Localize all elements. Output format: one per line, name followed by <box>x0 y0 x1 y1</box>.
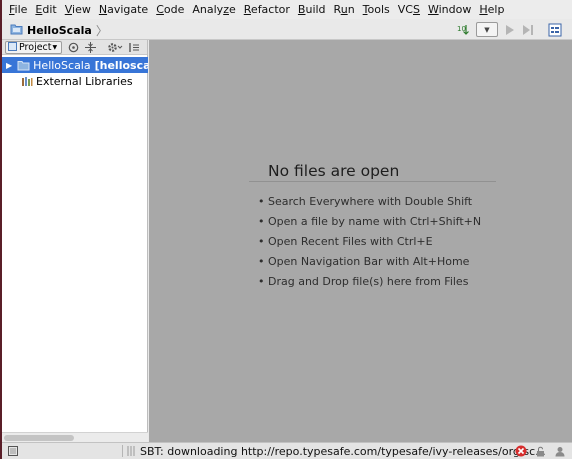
empty-editor-title: No files are open <box>268 162 400 180</box>
tree-item-label: HelloScala <box>33 58 91 72</box>
menu-bar: File Edit View Navigate Code Analyze Ref… <box>2 0 572 19</box>
tree-item-module-name: [helloscala <box>94 58 148 72</box>
project-panel: Project ▼ ▶ HelloScala [helloscala <box>2 40 148 442</box>
hide-panel-icon[interactable] <box>129 41 141 54</box>
chevron-right-icon: 〉 <box>95 24 108 38</box>
gear-icon[interactable] <box>107 41 123 54</box>
hint-open-file: • Open a file by name with Ctrl+Shift+N <box>258 215 482 228</box>
breadcrumb[interactable]: HelloScala 〉 <box>10 22 108 39</box>
status-separator <box>122 445 123 457</box>
menu-vcs[interactable]: VCS <box>394 0 424 19</box>
menu-build[interactable]: Build <box>294 0 330 19</box>
menu-view[interactable]: View <box>61 0 95 19</box>
project-view-label: Project <box>19 42 52 53</box>
menu-help[interactable]: Help <box>475 0 508 19</box>
lock-icon[interactable] <box>536 446 545 457</box>
breadcrumb-project: HelloScala <box>27 24 92 37</box>
expand-arrow-icon[interactable]: ▶ <box>2 61 12 70</box>
scroll-from-source-icon[interactable] <box>68 41 79 54</box>
menu-file[interactable]: File <box>5 0 31 19</box>
navigation-bar: HelloScala 〉 10 ▼ <box>2 19 572 40</box>
tree-item-helloscala[interactable]: ▶ HelloScala [helloscala <box>2 57 148 73</box>
ide-window: File Edit View Navigate Code Analyze Ref… <box>2 0 572 459</box>
structure-icon[interactable] <box>547 21 563 38</box>
tree-item-external-libraries[interactable]: External Libraries <box>21 73 133 89</box>
menu-refactor[interactable]: Refactor <box>240 0 294 19</box>
hint-navigation-bar: • Open Navigation Bar with Alt+Home <box>258 255 470 268</box>
hint-recent-files: • Open Recent Files with Ctrl+E <box>258 235 433 248</box>
error-icon[interactable] <box>515 445 527 457</box>
collapse-all-icon[interactable] <box>85 41 96 54</box>
run-icon[interactable] <box>503 21 517 38</box>
hint-search-everywhere: • Search Everywhere with Double Shift <box>258 195 473 208</box>
debug-icon[interactable] <box>521 21 535 38</box>
libraries-icon <box>21 76 33 87</box>
menu-analyze[interactable]: Analyze <box>188 0 239 19</box>
chevron-down-icon: ▼ <box>52 44 58 51</box>
menu-navigate[interactable]: Navigate <box>95 0 152 19</box>
status-bar: SBT: downloading http://repo.typesafe.co… <box>2 442 572 459</box>
project-view-selector[interactable]: Project ▼ <box>5 41 62 54</box>
horizontal-scrollbar[interactable] <box>2 432 148 442</box>
tree-item-label: External Libraries <box>36 74 133 88</box>
progress-icon <box>127 446 135 456</box>
inspector-icon[interactable] <box>554 445 566 457</box>
project-folder-icon <box>10 23 23 38</box>
menu-code[interactable]: Code <box>152 0 188 19</box>
project-panel-toolbar: Project ▼ <box>2 40 147 55</box>
menu-window[interactable]: Window <box>424 0 475 19</box>
divider <box>249 181 496 182</box>
hint-drag-and-drop: • Drag and Drop file(s) here from Files <box>258 275 469 288</box>
editor-area[interactable]: No files are open • Search Everywhere wi… <box>149 40 572 442</box>
sort-icon[interactable]: 10 <box>455 21 471 38</box>
scrollbar-thumb[interactable] <box>4 435 74 441</box>
run-config-dropdown[interactable]: ▼ <box>476 21 498 38</box>
tool-windows-icon[interactable] <box>8 446 18 456</box>
menu-run[interactable]: Run <box>330 0 359 19</box>
status-message[interactable]: SBT: downloading http://repo.typesafe.co… <box>140 445 546 458</box>
module-folder-icon <box>17 60 30 71</box>
project-view-icon <box>8 41 17 54</box>
menu-tools[interactable]: Tools <box>359 0 394 19</box>
chevron-down-icon: ▼ <box>484 25 490 34</box>
menu-edit[interactable]: Edit <box>31 0 60 19</box>
